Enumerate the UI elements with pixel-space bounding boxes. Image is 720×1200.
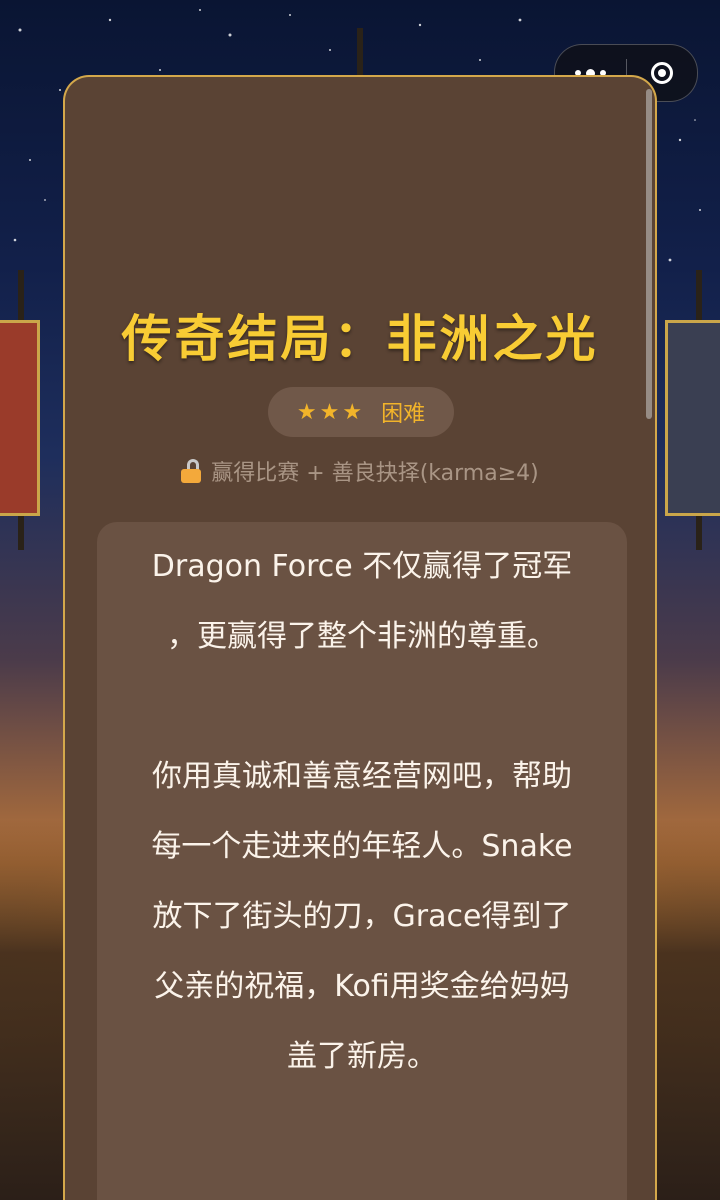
story-line: 你用真诚和善意经营网吧，帮助: [152, 759, 572, 794]
target-circle-icon: [650, 62, 673, 84]
story-line: Dragon Force 不仅赢得了冠军: [151, 549, 573, 584]
ending-card: 传奇结局：非洲之光 ★★★ 困难 赢得比赛 + 善良抉择(karma≥4) Dr…: [63, 75, 657, 1200]
difficulty-badge: ★★★ 困难: [268, 387, 454, 437]
story-line: ，更赢得了整个非洲的尊重。: [167, 619, 557, 654]
unlock-condition: 赢得比赛 + 善良抉择(karma≥4): [65, 455, 655, 487]
story-line: 放下了街头的刀，Grace得到了: [152, 899, 572, 934]
banner-left: [0, 320, 40, 516]
banner-right: [665, 320, 720, 516]
ending-title: 传奇结局：非洲之光: [121, 310, 599, 368]
story-line: 每一个走进来的年轻人。Snake: [151, 829, 573, 864]
story-line: 父亲的祝福，Kofi用奖金给妈妈: [154, 969, 570, 1004]
story-text: Dragon Force 不仅赢得了冠军 ，更赢得了整个非洲的尊重。 你用真诚和…: [97, 532, 627, 1092]
difficulty-stars: ★★★: [296, 399, 366, 425]
difficulty-label: 困难: [381, 402, 426, 427]
unlock-condition-text: 赢得比赛 + 善良抉择(karma≥4): [211, 461, 539, 486]
unlock-icon: [181, 459, 202, 483]
story-text-box: Dragon Force 不仅赢得了冠军 ，更赢得了整个非洲的尊重。 你用真诚和…: [97, 522, 627, 1200]
story-line: 盖了新房。: [287, 1039, 437, 1074]
